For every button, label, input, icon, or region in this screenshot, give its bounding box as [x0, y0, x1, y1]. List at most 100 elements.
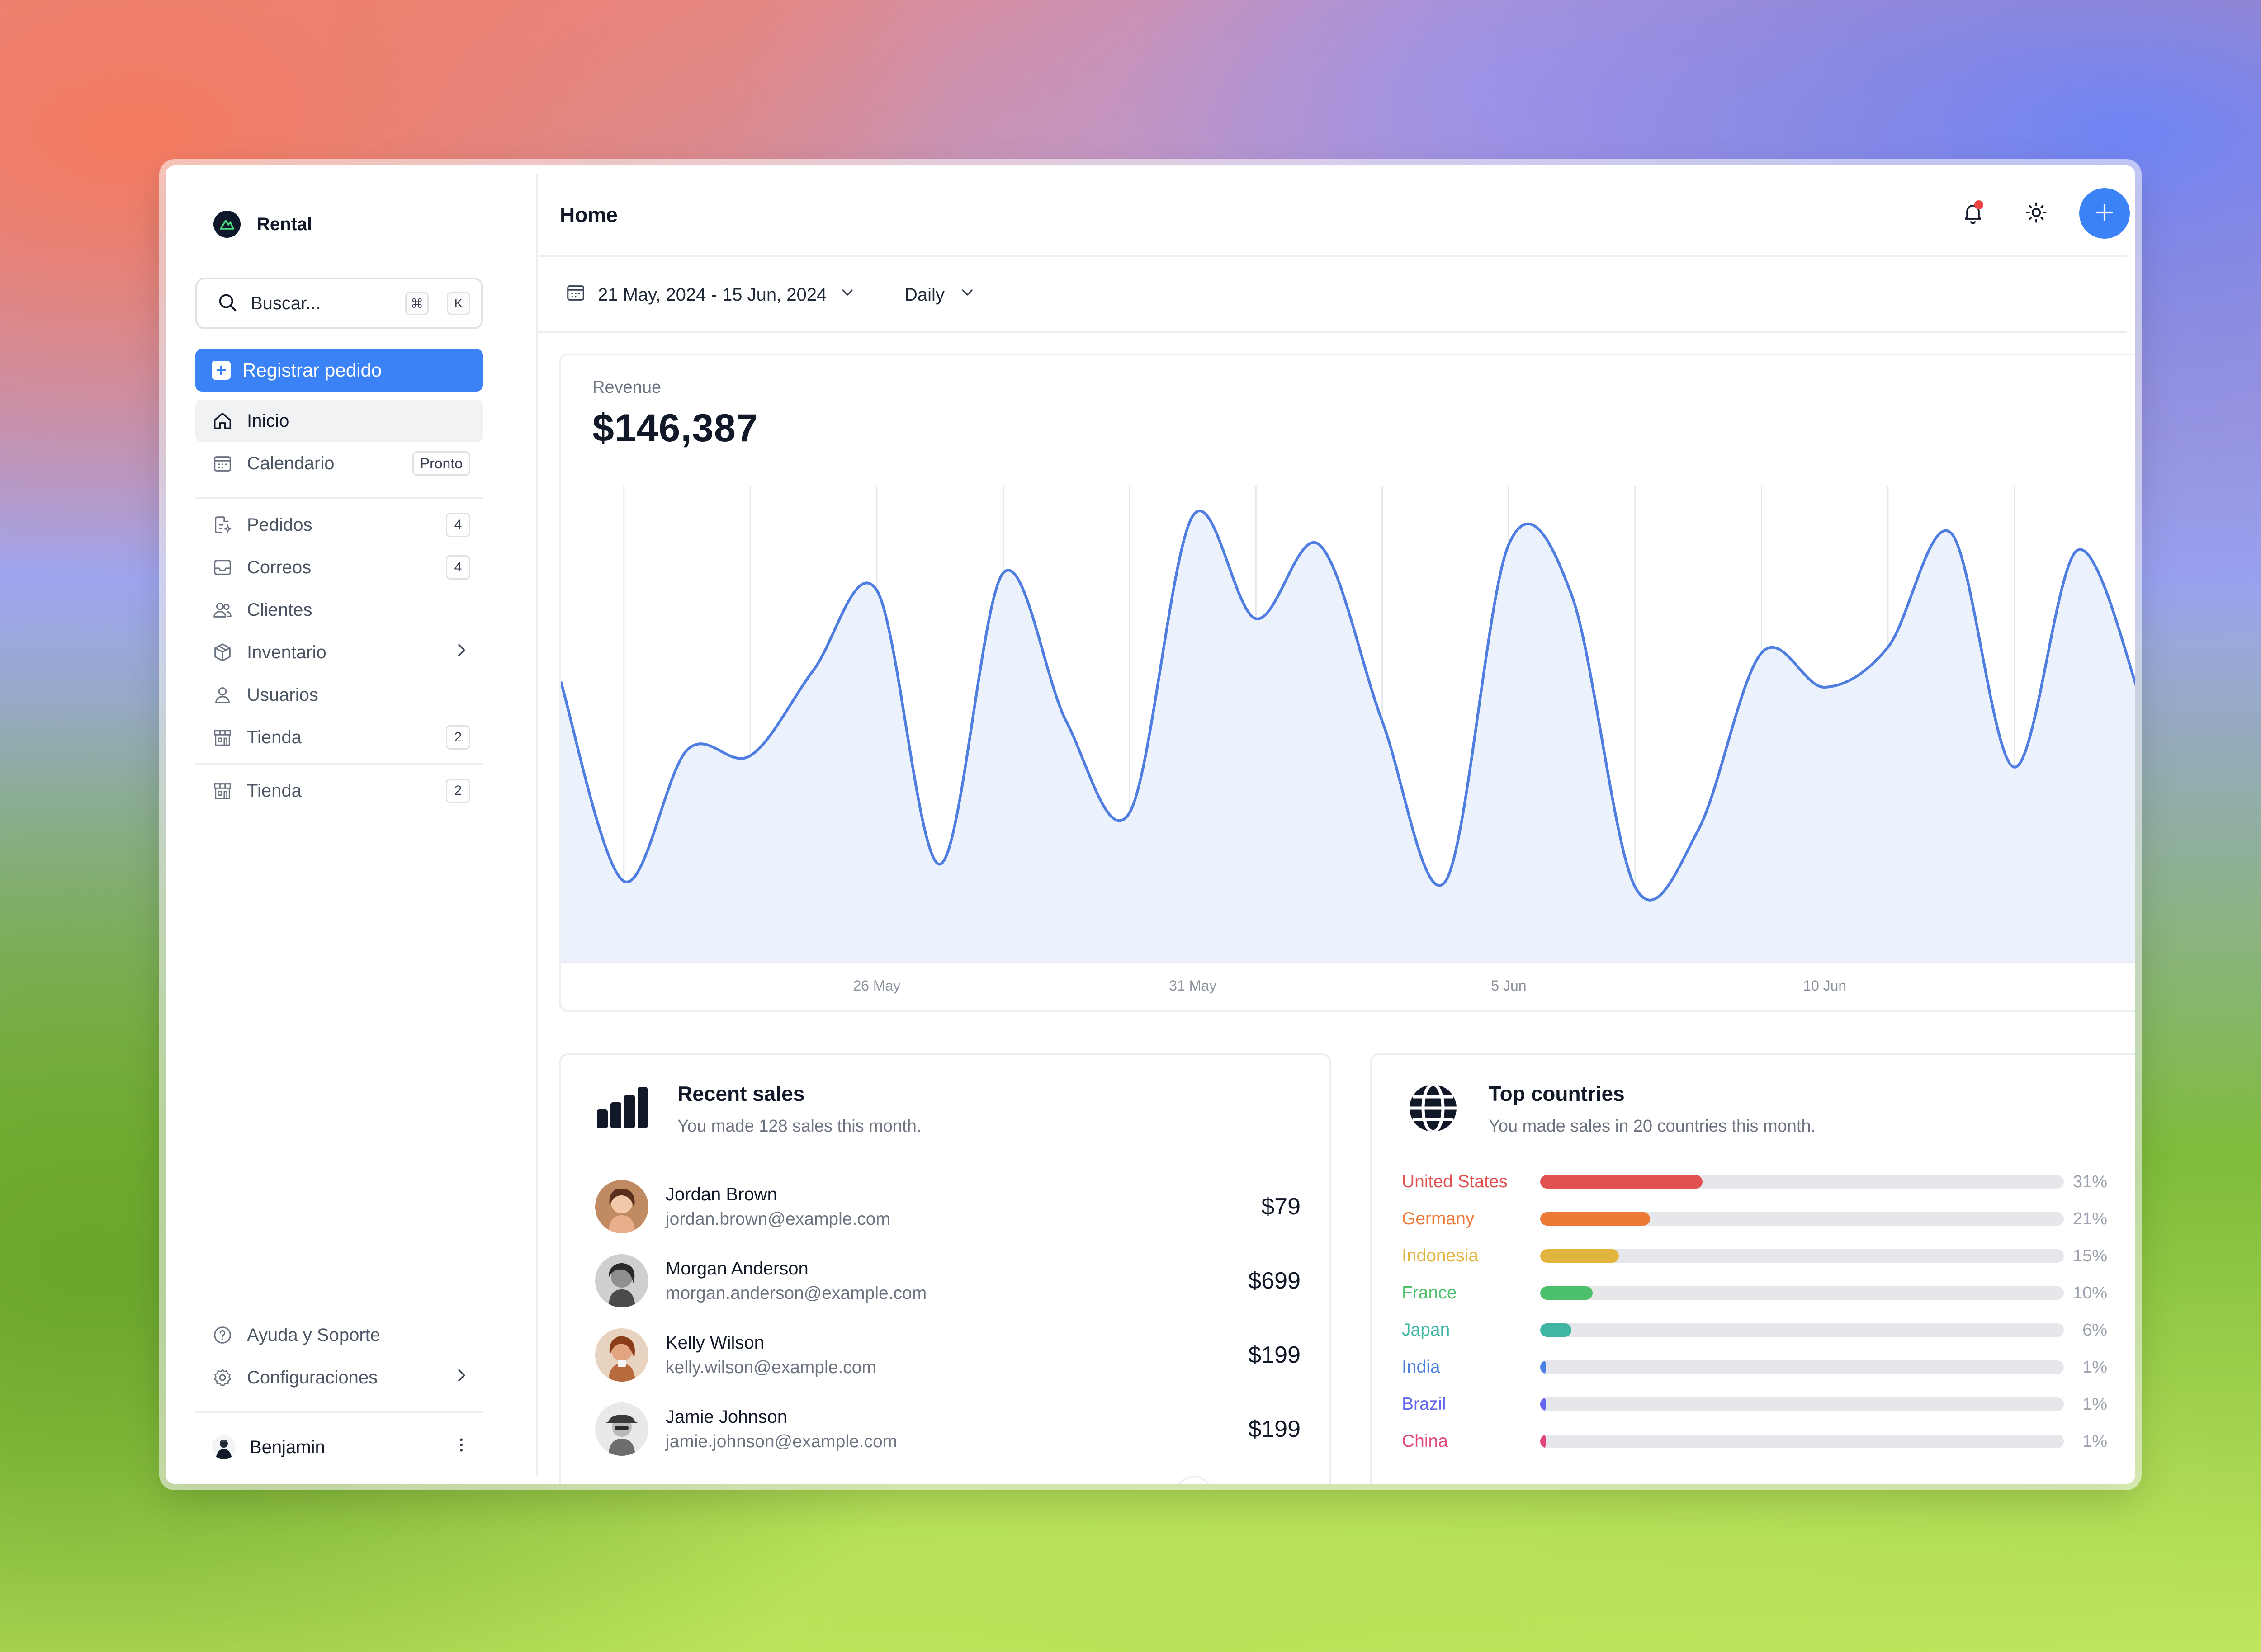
search-input[interactable]: Buscar... ⌘ K	[195, 278, 483, 329]
filter-bar: 21 May, 2024 - 15 Jun, 2024 Daily	[538, 257, 2127, 333]
sidebar-item-label: Calendario	[247, 453, 335, 473]
data-point[interactable]	[1883, 643, 1892, 652]
chevron-right-icon	[452, 1366, 470, 1389]
country-percent: 15%	[2072, 1246, 2107, 1265]
country-progress-track	[1540, 1435, 2064, 1448]
register-order-button[interactable]: + Registrar pedido	[195, 349, 483, 392]
sun-icon	[2024, 201, 2048, 227]
sidebar-item-inicio[interactable]: Inicio	[195, 400, 483, 442]
sidebar-item-label: Clientes	[247, 599, 312, 620]
data-point[interactable]	[620, 877, 629, 886]
sidebar-item-label: Pedidos	[247, 514, 312, 535]
sidebar-item-clientes[interactable]: Clientes	[195, 589, 483, 631]
period-select[interactable]: Daily	[904, 278, 976, 311]
sale-row[interactable]: Jamie Johnson jamie.johnson@example.com …	[595, 1400, 1301, 1458]
calendar-icon	[212, 453, 233, 474]
country-progress-fill	[1540, 1175, 1703, 1189]
sidebar-item-usuarios[interactable]: Usuarios	[195, 674, 483, 716]
sidebar-item-label: Inventario	[247, 642, 326, 662]
country-progress-fill	[1540, 1286, 1593, 1300]
register-order-label: Registrar pedido	[242, 359, 382, 381]
country-row[interactable]: Brazil 1%	[1402, 1391, 2107, 1418]
sidebar-item-tienda[interactable]: Tienda 2	[195, 716, 483, 759]
country-percent: 6%	[2082, 1320, 2107, 1340]
data-point[interactable]	[1820, 683, 1829, 692]
data-point[interactable]	[1947, 529, 1956, 538]
data-point[interactable]	[683, 746, 692, 755]
app-name: Rental	[257, 214, 312, 234]
nav-group-footer: Ayuda y Soporte Configuraciones	[195, 1314, 483, 1399]
sidebar-item-help[interactable]: Ayuda y Soporte	[195, 1314, 483, 1356]
store-icon	[212, 727, 233, 748]
data-point[interactable]	[1125, 808, 1134, 817]
avatar	[595, 1180, 648, 1233]
country-progress-track	[1540, 1360, 2064, 1374]
date-range-label: 21 May, 2024 - 15 Jun, 2024	[598, 284, 827, 305]
sidebar-item-calendario[interactable]: Calendario Pronto	[195, 442, 483, 485]
top-actions	[1953, 188, 2130, 239]
country-row[interactable]: Indonesia 15%	[1402, 1242, 2107, 1270]
data-point[interactable]	[1062, 717, 1071, 726]
data-point[interactable]	[1757, 648, 1766, 657]
data-point[interactable]	[1378, 717, 1387, 726]
data-point[interactable]	[1188, 511, 1197, 520]
country-row[interactable]: France 10%	[1402, 1279, 2107, 1307]
data-point[interactable]	[998, 569, 1008, 578]
date-range-picker[interactable]: 21 May, 2024 - 15 Jun, 2024	[565, 278, 856, 311]
sidebar-item-correos[interactable]: Correos 4	[195, 546, 483, 589]
country-progress-fill	[1540, 1212, 1651, 1226]
help-icon	[212, 1324, 233, 1346]
shortcut-key-k: K	[447, 292, 470, 315]
data-point[interactable]	[1441, 877, 1450, 886]
country-progress-track	[1540, 1249, 2064, 1263]
data-point[interactable]	[2010, 763, 2019, 772]
revenue-chart[interactable]	[561, 486, 2135, 961]
chevron-down-icon	[838, 283, 856, 306]
country-progress-fill	[1540, 1360, 1546, 1374]
data-point[interactable]	[1694, 826, 1703, 835]
brand[interactable]: Rental	[213, 211, 312, 238]
data-point[interactable]	[872, 585, 881, 595]
data-point[interactable]	[746, 751, 755, 760]
country-row[interactable]: Germany 21%	[1402, 1205, 2107, 1232]
country-row[interactable]: Japan 6%	[1402, 1317, 2107, 1344]
count-badge: 2	[446, 725, 470, 750]
data-point[interactable]	[2073, 546, 2082, 555]
more-vertical-icon[interactable]	[452, 1436, 470, 1458]
notifications-button[interactable]	[1953, 193, 1993, 234]
sidebar-item-settings[interactable]: Configuraciones	[195, 1356, 483, 1399]
search-placeholder: Buscar...	[251, 293, 321, 313]
country-row[interactable]: China 1%	[1402, 1428, 2107, 1455]
sidebar-divider	[195, 497, 483, 499]
nav-group-secondary: Pedidos 4 Correos 4 Clientes Inventario …	[195, 504, 483, 759]
box-icon	[212, 642, 233, 663]
card-title: Recent sales	[677, 1082, 805, 1105]
sale-row[interactable]: Kelly Wilson kelly.wilson@example.com $1…	[595, 1326, 1301, 1384]
sidebar-item-inventario[interactable]: Inventario	[195, 631, 483, 674]
data-point[interactable]	[809, 666, 818, 675]
data-point[interactable]	[561, 677, 565, 686]
data-point[interactable]	[1631, 883, 1640, 892]
data-point[interactable]	[936, 859, 945, 868]
sidebar-item-pedidos[interactable]: Pedidos 4	[195, 504, 483, 546]
x-tick-label: 10 Jun	[1803, 977, 1847, 994]
data-point[interactable]	[1315, 540, 1324, 549]
sidebar-divider	[195, 1411, 483, 1413]
theme-toggle-button[interactable]	[2016, 193, 2057, 234]
data-point[interactable]	[1251, 614, 1260, 623]
sale-row[interactable]: Morgan Anderson morgan.anderson@example.…	[595, 1251, 1301, 1310]
country-row[interactable]: United States 31%	[1402, 1168, 2107, 1195]
add-button[interactable]	[2079, 188, 2130, 239]
sale-row[interactable]: Jordan Brown jordan.brown@example.com $7…	[595, 1177, 1301, 1236]
sale-email: morgan.anderson@example.com	[666, 1283, 927, 1303]
country-row[interactable]: India 1%	[1402, 1354, 2107, 1381]
data-point[interactable]	[1567, 591, 1576, 600]
user-menu[interactable]: Benjamin	[195, 1426, 483, 1468]
search-icon	[217, 292, 238, 315]
country-progress-track	[1540, 1323, 2064, 1337]
avatar	[595, 1254, 648, 1307]
data-point[interactable]	[1504, 540, 1513, 549]
sidebar-item-label: Usuarios	[247, 684, 318, 705]
app-logo-icon	[213, 211, 241, 238]
sidebar-item-tienda-2[interactable]: Tienda 2	[195, 769, 483, 812]
